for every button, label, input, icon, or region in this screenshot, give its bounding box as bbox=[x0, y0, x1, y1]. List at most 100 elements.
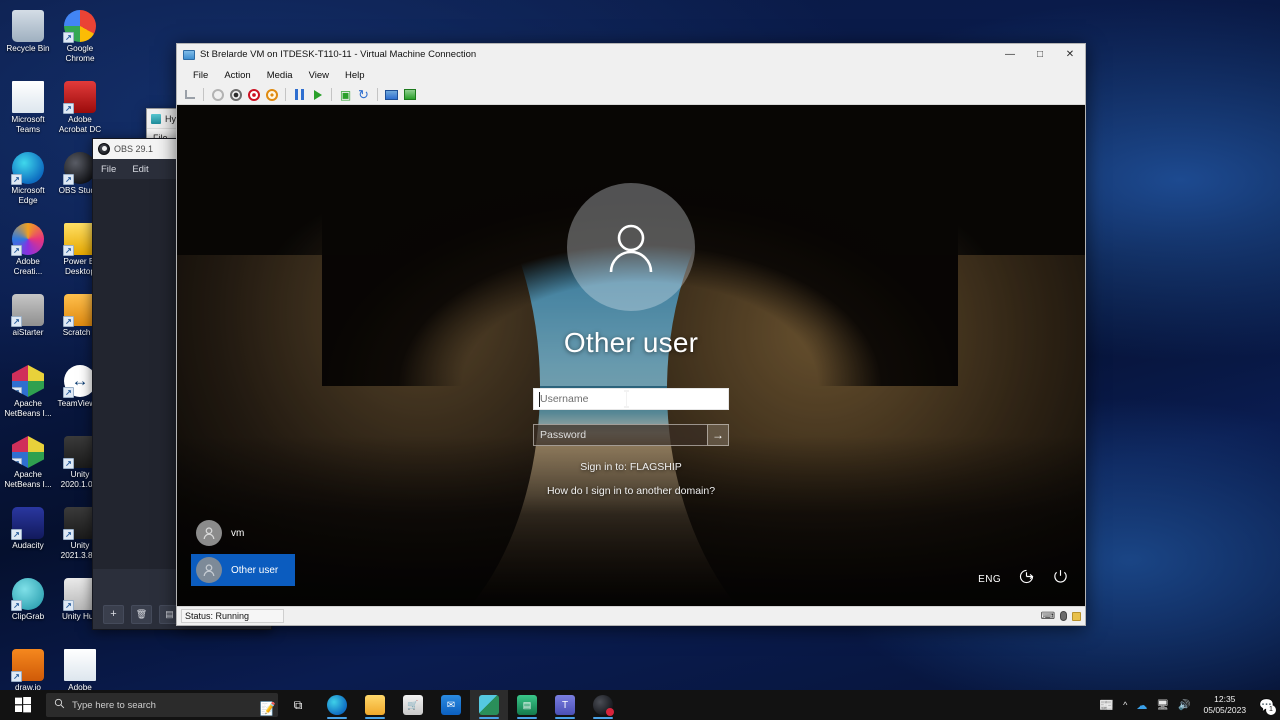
excel-icon: ▤ bbox=[517, 695, 537, 715]
mail-taskbar[interactable]: ✉ bbox=[432, 690, 470, 720]
desktop-icon-apache-netbeans[interactable]: ↗ Apache NetBeans I... bbox=[3, 361, 53, 432]
login-bottom-controls[interactable]: ENG bbox=[978, 568, 1069, 590]
desktop-icon-audacity[interactable]: ↗ Audacity bbox=[3, 503, 53, 574]
clock-date: 05/05/2023 bbox=[1203, 705, 1247, 715]
shortcut-overlay-icon: ↗ bbox=[63, 458, 74, 469]
clock[interactable]: 12:35 05/05/2023 bbox=[1200, 694, 1251, 716]
lock-icon bbox=[1072, 611, 1081, 621]
revert-button[interactable]: ↻ bbox=[356, 87, 371, 102]
shortcut-overlay-icon: ↗ bbox=[63, 387, 74, 398]
file-explorer-taskbar[interactable] bbox=[356, 690, 394, 720]
hyper-v-manager-taskbar[interactable] bbox=[470, 690, 508, 720]
menu-media[interactable]: Media bbox=[259, 68, 301, 83]
menu-action[interactable]: Action bbox=[216, 68, 258, 83]
obs-menu-edit[interactable]: Edit bbox=[132, 164, 148, 175]
shortcut-overlay-icon: ↗ bbox=[11, 600, 22, 611]
search-illustration-icon: 📝 bbox=[259, 701, 276, 716]
shortcut-overlay-icon: ↗ bbox=[63, 103, 74, 114]
news-and-interests-icon[interactable]: 📰 bbox=[1099, 698, 1114, 712]
desktop-icon-adobe-creative-cloud[interactable]: ↗ Adobe Creati... bbox=[3, 219, 53, 290]
username-input[interactable]: Username bbox=[533, 388, 729, 410]
checkpoint-button[interactable]: ▣ bbox=[338, 87, 353, 102]
login-user-display-name: Other user bbox=[563, 327, 699, 358]
system-tray[interactable]: 📰 ^ ☁ 🖥 🔊 12:35 05/05/2023 💬 1 bbox=[1099, 694, 1280, 716]
remove-scene-button[interactable]: 🗑 bbox=[131, 604, 152, 624]
microsoft-store-taskbar[interactable]: 🛒 bbox=[394, 690, 432, 720]
resume-button[interactable] bbox=[310, 87, 325, 102]
onedrive-icon[interactable]: ☁ bbox=[1136, 699, 1147, 712]
vm-guest-screen[interactable]: Other user Username Password → Sign in t… bbox=[177, 105, 1085, 606]
shortcut-overlay-icon: ↗ bbox=[63, 245, 74, 256]
desktop-icon-aistarter[interactable]: ↗ aiStarter bbox=[3, 290, 53, 361]
close-button[interactable]: ✕ bbox=[1055, 44, 1085, 65]
password-input[interactable]: Password bbox=[533, 424, 707, 446]
toolbar-separator bbox=[285, 88, 286, 101]
username-placeholder: Username bbox=[540, 393, 589, 405]
obs-studio-taskbar[interactable] bbox=[584, 690, 622, 720]
menu-view[interactable]: View bbox=[301, 68, 337, 83]
obs-record-dot-icon bbox=[606, 708, 614, 716]
apache-netbeans-icon: ↗ bbox=[12, 365, 44, 397]
start-button[interactable] bbox=[210, 87, 225, 102]
volume-icon[interactable]: 🔊 bbox=[1178, 700, 1190, 711]
desktop-icon-microsoft-teams-doc[interactable]: Microsoft Teams bbox=[3, 77, 53, 148]
windows-logo-icon bbox=[15, 697, 31, 713]
shut-down-button[interactable] bbox=[246, 87, 261, 102]
user-list-item-other-user[interactable]: Other user bbox=[191, 554, 295, 586]
save-state-button[interactable] bbox=[264, 87, 279, 102]
adobe-acrobat-icon: ↗ bbox=[63, 81, 96, 114]
show-hidden-icons-icon[interactable]: ^ bbox=[1123, 700, 1127, 710]
another-domain-link[interactable]: How do I sign in to another domain? bbox=[547, 485, 715, 497]
action-center-button[interactable]: 💬 1 bbox=[1259, 698, 1276, 715]
desktop-icon-apache-netbeans[interactable]: ↗ Apache NetBeans I... bbox=[3, 432, 53, 503]
user-avatar-small bbox=[196, 557, 222, 583]
search-input[interactable]: Type here to search 📝 bbox=[46, 693, 278, 717]
user-list-item-label: vm bbox=[231, 527, 245, 539]
language-indicator[interactable]: ENG bbox=[978, 574, 1001, 585]
shortcut-overlay-icon: ↗ bbox=[12, 458, 22, 468]
minimize-button[interactable]: — bbox=[995, 44, 1025, 65]
menu-help[interactable]: Help bbox=[337, 68, 373, 83]
vm-toolbar[interactable]: ▣ ↻ bbox=[177, 85, 1085, 105]
user-list-item-label: Other user bbox=[231, 564, 279, 576]
toolbar-separator bbox=[377, 88, 378, 101]
turn-off-button[interactable] bbox=[228, 87, 243, 102]
microsoft-teams-taskbar[interactable]: T bbox=[546, 690, 584, 720]
menu-file[interactable]: File bbox=[185, 68, 216, 83]
network-icon[interactable]: 🖥 bbox=[1156, 700, 1169, 711]
desktop-icon-recycle-bin[interactable]: Recycle Bin bbox=[3, 6, 53, 77]
apache-netbeans-icon: ↗ bbox=[12, 436, 44, 468]
desktop-icon-microsoft-edge[interactable]: ↗ Microsoft Edge bbox=[3, 148, 53, 219]
microsoft-edge-taskbar[interactable] bbox=[318, 690, 356, 720]
desktop-icon-label: Audacity bbox=[12, 541, 44, 550]
user-list-item-vm[interactable]: vm bbox=[191, 517, 295, 549]
desktop-icon-google-chrome[interactable]: ↗ Google Chrome bbox=[55, 6, 105, 77]
virtual-machine-connection-window[interactable]: St Brelarde VM on ITDESK-T110-11 - Virtu… bbox=[176, 43, 1086, 626]
pause-button[interactable] bbox=[292, 87, 307, 102]
vm-connection-icon bbox=[183, 49, 195, 60]
start-button[interactable] bbox=[0, 690, 46, 720]
desktop-icon-label: Adobe Creati... bbox=[13, 257, 43, 276]
keyboard-icon: ⌨ bbox=[1040, 610, 1055, 622]
desktop-icon-label: Apache NetBeans I... bbox=[4, 399, 52, 418]
vm-titlebar[interactable]: St Brelarde VM on ITDESK-T110-11 - Virtu… bbox=[177, 44, 1085, 65]
task-view-button[interactable]: ⧉ bbox=[278, 690, 318, 720]
ease-of-access-button[interactable] bbox=[1018, 568, 1035, 590]
ctrl-alt-del-button[interactable] bbox=[182, 87, 197, 102]
maximize-button[interactable]: □ bbox=[1025, 44, 1055, 65]
password-placeholder: Password bbox=[540, 429, 587, 441]
obs-menu-file[interactable]: File bbox=[101, 164, 116, 175]
add-scene-button[interactable]: + bbox=[103, 604, 124, 624]
submit-arrow-button[interactable]: → bbox=[707, 424, 729, 446]
task-view-icon: ⧉ bbox=[293, 697, 303, 712]
windows-taskbar[interactable]: Type here to search 📝 ⧉ 🛒 ✉ ▤ T 📰 ^ ☁ 🖥 … bbox=[0, 690, 1280, 720]
excel-taskbar[interactable]: ▤ bbox=[508, 690, 546, 720]
settings-button[interactable] bbox=[402, 87, 417, 102]
desktop-icon-clipgrab[interactable]: ↗ ClipGrab bbox=[3, 574, 53, 645]
power-button[interactable] bbox=[1052, 568, 1069, 590]
enhanced-session-button[interactable] bbox=[384, 87, 399, 102]
desktop[interactable]: Recycle Bin ↗ Google Chrome Microsoft Teams… bbox=[0, 0, 1280, 720]
login-user-list[interactable]: vm Other user bbox=[191, 517, 295, 591]
adobe-creative-cloud-icon: ↗ bbox=[11, 223, 44, 256]
vm-menubar[interactable]: File Action Media View Help bbox=[177, 65, 1085, 85]
